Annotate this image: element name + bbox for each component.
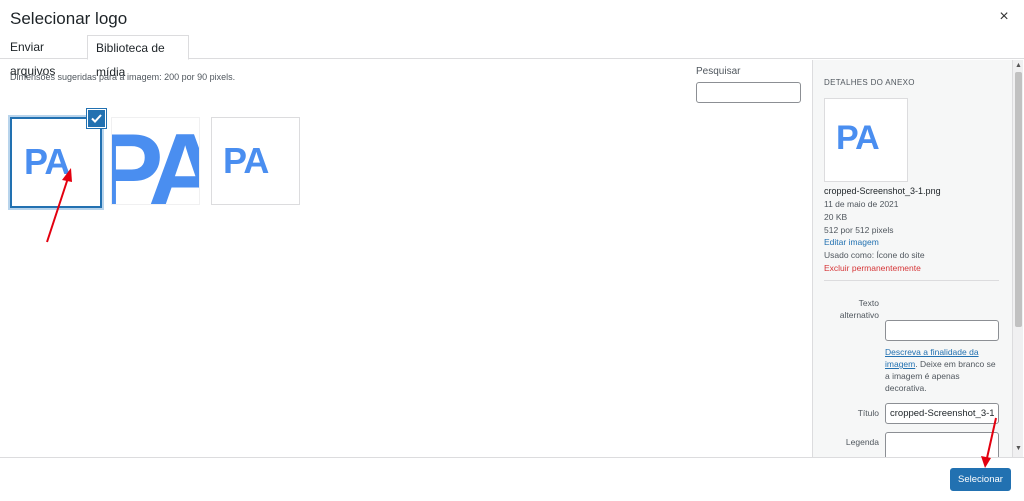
media-thumbnail[interactable]: PA bbox=[211, 117, 300, 205]
sidebar-scrollbar[interactable]: ▲ ▼ bbox=[1012, 60, 1023, 457]
media-modal: Selecionar logo × Enviar arquivos Biblio… bbox=[0, 0, 1024, 501]
tab-media-library[interactable]: Biblioteca de mídia bbox=[87, 35, 189, 79]
delete-row: Excluir permanentemente bbox=[824, 263, 921, 273]
thumbnail-logo-text: PA bbox=[112, 118, 199, 204]
attachment-filename: cropped-Screenshot_3-1.png bbox=[824, 186, 941, 196]
attachment-used-as: Usado como: Ícone do site bbox=[824, 250, 925, 260]
thumbnail-logo-text: PA bbox=[24, 141, 70, 182]
alt-text-label: Texto alternativo bbox=[819, 298, 879, 320]
alt-text-label-line1: Texto bbox=[858, 298, 879, 308]
attachment-preview: PA bbox=[824, 98, 908, 182]
close-icon[interactable]: × bbox=[996, 8, 1012, 26]
suggested-dimensions-hint: Dimensões sugeridas para a imagem: 200 p… bbox=[10, 72, 236, 82]
title-label: Título bbox=[857, 408, 879, 418]
alt-text-label-line2: alternativo bbox=[839, 310, 879, 320]
title-input[interactable] bbox=[885, 403, 999, 424]
attachment-details-heading: DETALHES DO ANEXO bbox=[824, 78, 915, 87]
modal-title: Selecionar logo bbox=[10, 9, 128, 28]
alt-text-input[interactable] bbox=[885, 320, 999, 341]
sidebar-divider bbox=[824, 280, 999, 281]
modal-footer: Selecionar bbox=[0, 457, 1024, 501]
search-input[interactable] bbox=[696, 82, 801, 103]
selected-check-icon[interactable] bbox=[87, 109, 106, 128]
tab-upload-files[interactable]: Enviar arquivos bbox=[10, 35, 86, 78]
attachment-dimensions: 512 por 512 pixels bbox=[824, 225, 894, 235]
search-label: Pesquisar bbox=[696, 66, 741, 77]
scroll-up-icon[interactable]: ▲ bbox=[1015, 62, 1022, 69]
attachment-size: 20 KB bbox=[824, 212, 848, 222]
edit-image-row: Editar imagem bbox=[824, 237, 879, 247]
thumbnail-logo-text: PA bbox=[223, 140, 269, 181]
delete-permanently-link[interactable]: Excluir permanentemente bbox=[824, 263, 921, 273]
attachment-date: 11 de maio de 2021 bbox=[824, 199, 899, 209]
attachment-details-sidebar: DETALHES DO ANEXO PA cropped-Screenshot_… bbox=[812, 60, 1012, 457]
media-thumbnail[interactable]: PA bbox=[111, 117, 200, 205]
edit-image-link[interactable]: Editar imagem bbox=[824, 237, 879, 247]
media-tabs: Enviar arquivos Biblioteca de mídia bbox=[0, 35, 1024, 79]
scrollbar-thumb[interactable] bbox=[1015, 72, 1022, 327]
scroll-down-icon[interactable]: ▼ bbox=[1015, 445, 1022, 452]
caption-label: Legenda bbox=[845, 437, 879, 447]
select-button[interactable]: Selecionar bbox=[950, 468, 1011, 491]
alt-text-help: Descreva a finalidade da imagem. Deixe e… bbox=[885, 346, 1001, 394]
media-thumbnail-selected[interactable]: PA bbox=[10, 117, 102, 208]
caption-textarea[interactable] bbox=[885, 432, 999, 457]
preview-logo-text: PA bbox=[836, 119, 880, 157]
